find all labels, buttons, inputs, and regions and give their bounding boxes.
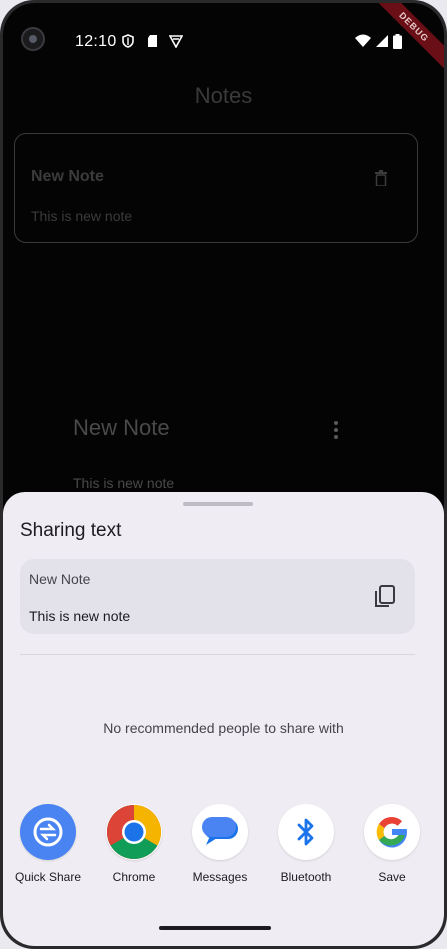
shield-icon	[122, 34, 134, 48]
battery-icon	[393, 34, 402, 49]
google-icon	[364, 804, 420, 860]
gesture-nav-bar[interactable]	[159, 926, 271, 930]
preview-title: New Note	[29, 571, 91, 587]
share-sheet-title: Sharing text	[20, 520, 122, 541]
drag-handle[interactable]	[183, 502, 253, 506]
device-frame: 12:10 DEBUG Notes New Note This is new n…	[0, 0, 447, 949]
note-card-title: New Note	[31, 168, 104, 185]
share-target-chrome[interactable]: Chrome	[91, 802, 177, 892]
divider	[20, 654, 415, 655]
dialog-title: New Note	[73, 415, 170, 440]
status-bar: 12:10 DEBUG	[3, 3, 444, 76]
share-target-save[interactable]: Save	[349, 802, 435, 892]
share-target-bluetooth[interactable]: Bluetooth	[263, 802, 349, 892]
no-recommended-people-text: No recommended people to share with	[103, 720, 344, 736]
share-target-messages[interactable]: Messages	[177, 802, 263, 892]
quick-share-icon	[20, 804, 76, 860]
chrome-icon	[106, 804, 162, 860]
app-title: Notes	[194, 83, 253, 108]
share-preview: New Note This is new note	[20, 559, 415, 634]
messages-icon	[192, 804, 248, 860]
share-sheet: Sharing text New Note This is new note N…	[3, 492, 444, 946]
signal-icon	[376, 35, 388, 47]
trash-icon[interactable]	[375, 170, 387, 186]
copy-icon[interactable]	[372, 583, 398, 609]
sd-card-icon	[148, 35, 157, 47]
wifi-icon	[355, 34, 371, 47]
vpn-icon	[169, 35, 183, 48]
status-time: 12:10	[75, 33, 117, 50]
more-vert-icon[interactable]	[334, 421, 338, 439]
share-target-label: Bluetooth	[280, 870, 332, 884]
share-target-label: Chrome	[112, 870, 156, 884]
front-camera	[21, 27, 45, 51]
share-target-label: Save	[378, 870, 406, 884]
note-card[interactable]: New Note This is new note	[14, 133, 418, 243]
dialog-body: This is new note	[73, 475, 175, 491]
share-target-quick-share[interactable]: Quick Share	[5, 802, 91, 892]
share-target-label: Quick Share	[14, 870, 82, 884]
share-target-label: Messages	[192, 870, 248, 884]
bluetooth-icon	[278, 804, 334, 860]
preview-body: This is new note	[29, 608, 131, 624]
screen: 12:10 DEBUG Notes New Note This is new n…	[3, 3, 444, 946]
note-card-body: This is new note	[31, 208, 133, 224]
